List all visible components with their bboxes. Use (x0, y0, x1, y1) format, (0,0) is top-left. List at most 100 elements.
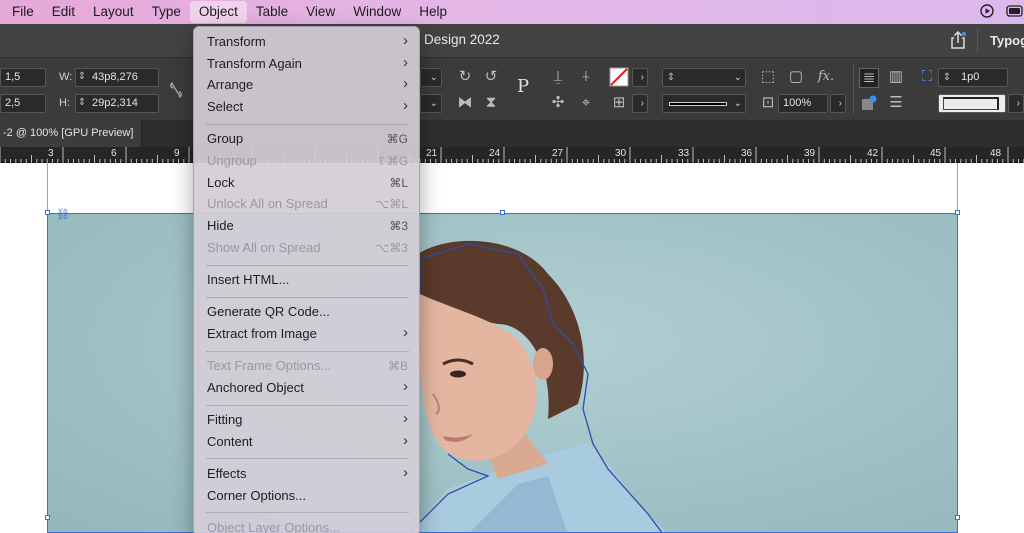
menu-help[interactable]: Help (410, 1, 456, 23)
image-frame[interactable] (47, 213, 958, 533)
frame-content-icon[interactable]: ⊞ (608, 94, 630, 112)
ruler-label: 30 (615, 148, 627, 159)
link-icon[interactable]: ⛓ (56, 208, 70, 221)
battery-icon[interactable] (1006, 4, 1024, 20)
menu-item-insert-html[interactable]: Insert HTML... (194, 270, 419, 291)
opacity-value: 100% (783, 97, 812, 109)
menu-item-shortcut: ⌘B (387, 359, 408, 374)
margin-guide (957, 163, 958, 213)
menu-item-anchored-object[interactable]: Anchored Object › (194, 378, 419, 399)
stroke-type-dropdown[interactable]: ⌄ (662, 94, 746, 113)
y-position-field[interactable]: 2,5 (0, 94, 46, 113)
rotate-clockwise-icon[interactable]: ↻ (455, 68, 475, 86)
align-justify-icon[interactable]: ▥ (886, 68, 906, 86)
menu-type[interactable]: Type (143, 1, 190, 23)
selection-handle[interactable] (45, 515, 50, 520)
menu-item-generate-qr-code[interactable]: Generate QR Code... (194, 302, 419, 323)
rotate-counterclockwise-icon[interactable]: ↺ (481, 68, 501, 86)
constrain-proportions-icon[interactable] (166, 81, 186, 104)
menu-item-effects[interactable]: Effects › (194, 463, 419, 485)
menu-item-hide[interactable]: Hide ⌘3 (194, 216, 419, 237)
menu-separator (206, 512, 409, 514)
stroke-dropdown[interactable]: › (632, 94, 648, 113)
opacity-field[interactable]: 100% (778, 94, 828, 113)
play-circle-icon[interactable] (980, 3, 994, 21)
menu-item-label: Extract from Image (207, 325, 317, 341)
stroke-style-field[interactable] (938, 94, 1006, 113)
chevron-down-icon: ⌄ (733, 98, 742, 109)
align-top-icon[interactable]: ⍊ (548, 68, 568, 86)
distribute-icon[interactable]: ⍭ (576, 68, 596, 86)
stepper-icon[interactable]: ⇕ (664, 69, 678, 86)
menu-file[interactable]: File (0, 1, 43, 23)
stepper-icon[interactable]: ⇕ (76, 95, 88, 111)
menu-item-lock[interactable]: Lock ⌘L (194, 173, 419, 194)
chevron-down-icon: ⌄ (733, 72, 742, 83)
menu-edit[interactable]: Edit (43, 1, 84, 23)
menu-item-extract-from-image[interactable]: Extract from Image › (194, 324, 419, 345)
distribute-center-icon[interactable]: ⌖ (576, 94, 596, 112)
margin-guide (47, 163, 48, 213)
menu-item-label: Transform (207, 34, 266, 49)
selection-handle[interactable] (955, 210, 960, 215)
stroke-style-more[interactable]: › (1008, 94, 1024, 113)
menu-object[interactable]: Object (189, 1, 247, 23)
align-center-icon[interactable]: ✣ (548, 94, 568, 112)
menu-item-content[interactable]: Content › (194, 432, 419, 453)
control-divider (853, 64, 854, 114)
fill-dropdown[interactable]: › (632, 68, 648, 87)
stroke-weight-field[interactable]: ⇕ 1p0 (938, 68, 1008, 87)
menu-table[interactable]: Table (247, 1, 297, 23)
frame-fitting-icon[interactable]: ⬚ (758, 68, 778, 86)
workspace-switcher[interactable]: Typog (990, 33, 1024, 48)
menu-view[interactable]: View (297, 1, 344, 23)
opacity-more[interactable]: › (830, 94, 846, 113)
menu-item-group[interactable]: Group ⌘G (194, 129, 419, 150)
menu-separator (206, 264, 409, 266)
menu-item-shortcut: ⌘3 (389, 219, 408, 234)
x-position-field[interactable]: 1,5 (0, 68, 46, 87)
ruler-label: 48 (990, 148, 1002, 159)
document-canvas[interactable]: ⛓ (0, 163, 1024, 533)
reference-dropdown[interactable]: ⌄ (420, 68, 442, 87)
stepper-icon[interactable]: ⇕ (940, 69, 954, 86)
flip-horizontal-icon[interactable]: ⧓ (455, 94, 475, 112)
stroke-weight-dropdown[interactable]: ⇕ ⌄ (662, 68, 746, 87)
document-tab[interactable]: -2 @ 100% [GPU Preview] (0, 120, 142, 147)
menu-item-corner-options[interactable]: Corner Options... (194, 486, 419, 507)
menu-item-select[interactable]: Select › (194, 97, 419, 118)
object-style-icon[interactable] (859, 94, 879, 117)
width-label: W: (59, 71, 73, 83)
horizontal-ruler[interactable]: 3 6 9 21 24 27 30 33 36 39 42 45 48 (0, 147, 1024, 163)
height-label: H: (59, 97, 70, 109)
menu-item-transform-again[interactable]: Transform Again › (194, 54, 419, 75)
menu-item-fitting[interactable]: Fitting › (194, 410, 419, 431)
chevron-right-icon: › (1016, 98, 1020, 109)
fill-frame-icon[interactable]: ▢ (786, 68, 806, 86)
menu-item-show-all-on-spread: Show All on Spread ⌥⌘3 (194, 238, 419, 259)
align-left-icon[interactable]: ≣ (859, 68, 879, 88)
chevron-right-icon: › (403, 463, 408, 481)
menu-item-label: Anchored Object (207, 379, 304, 395)
menu-item-label: Content (207, 433, 253, 449)
fill-none-icon[interactable] (608, 67, 630, 92)
menu-item-shortcut: ⌥⌘3 (375, 240, 408, 255)
ruler-label: 3 (48, 148, 54, 159)
share-icon[interactable] (948, 30, 968, 50)
selection-handle[interactable] (955, 515, 960, 520)
selection-handle[interactable] (500, 210, 505, 215)
text-wrap-icon[interactable]: ☰ (886, 94, 906, 112)
p-glyph-icon[interactable]: P (508, 78, 538, 96)
flip-vertical-icon[interactable]: ⧗ (481, 94, 501, 112)
shear-dropdown[interactable]: ⌄ (420, 94, 442, 113)
menu-item-arrange[interactable]: Arrange › (194, 75, 419, 96)
menu-item-transform[interactable]: Transform › (194, 32, 419, 53)
auto-fit-icon[interactable]: ⛶ (917, 68, 937, 86)
stepper-icon[interactable]: ⇕ (76, 69, 88, 85)
menu-item-shortcut: ⌘L (389, 175, 408, 190)
menu-layout[interactable]: Layout (84, 1, 143, 23)
menu-window[interactable]: Window (344, 1, 410, 23)
selection-handle[interactable] (45, 210, 50, 215)
effects-fx-icon[interactable]: fx. (816, 68, 836, 86)
opacity-icon[interactable]: ⊡ (758, 94, 778, 112)
